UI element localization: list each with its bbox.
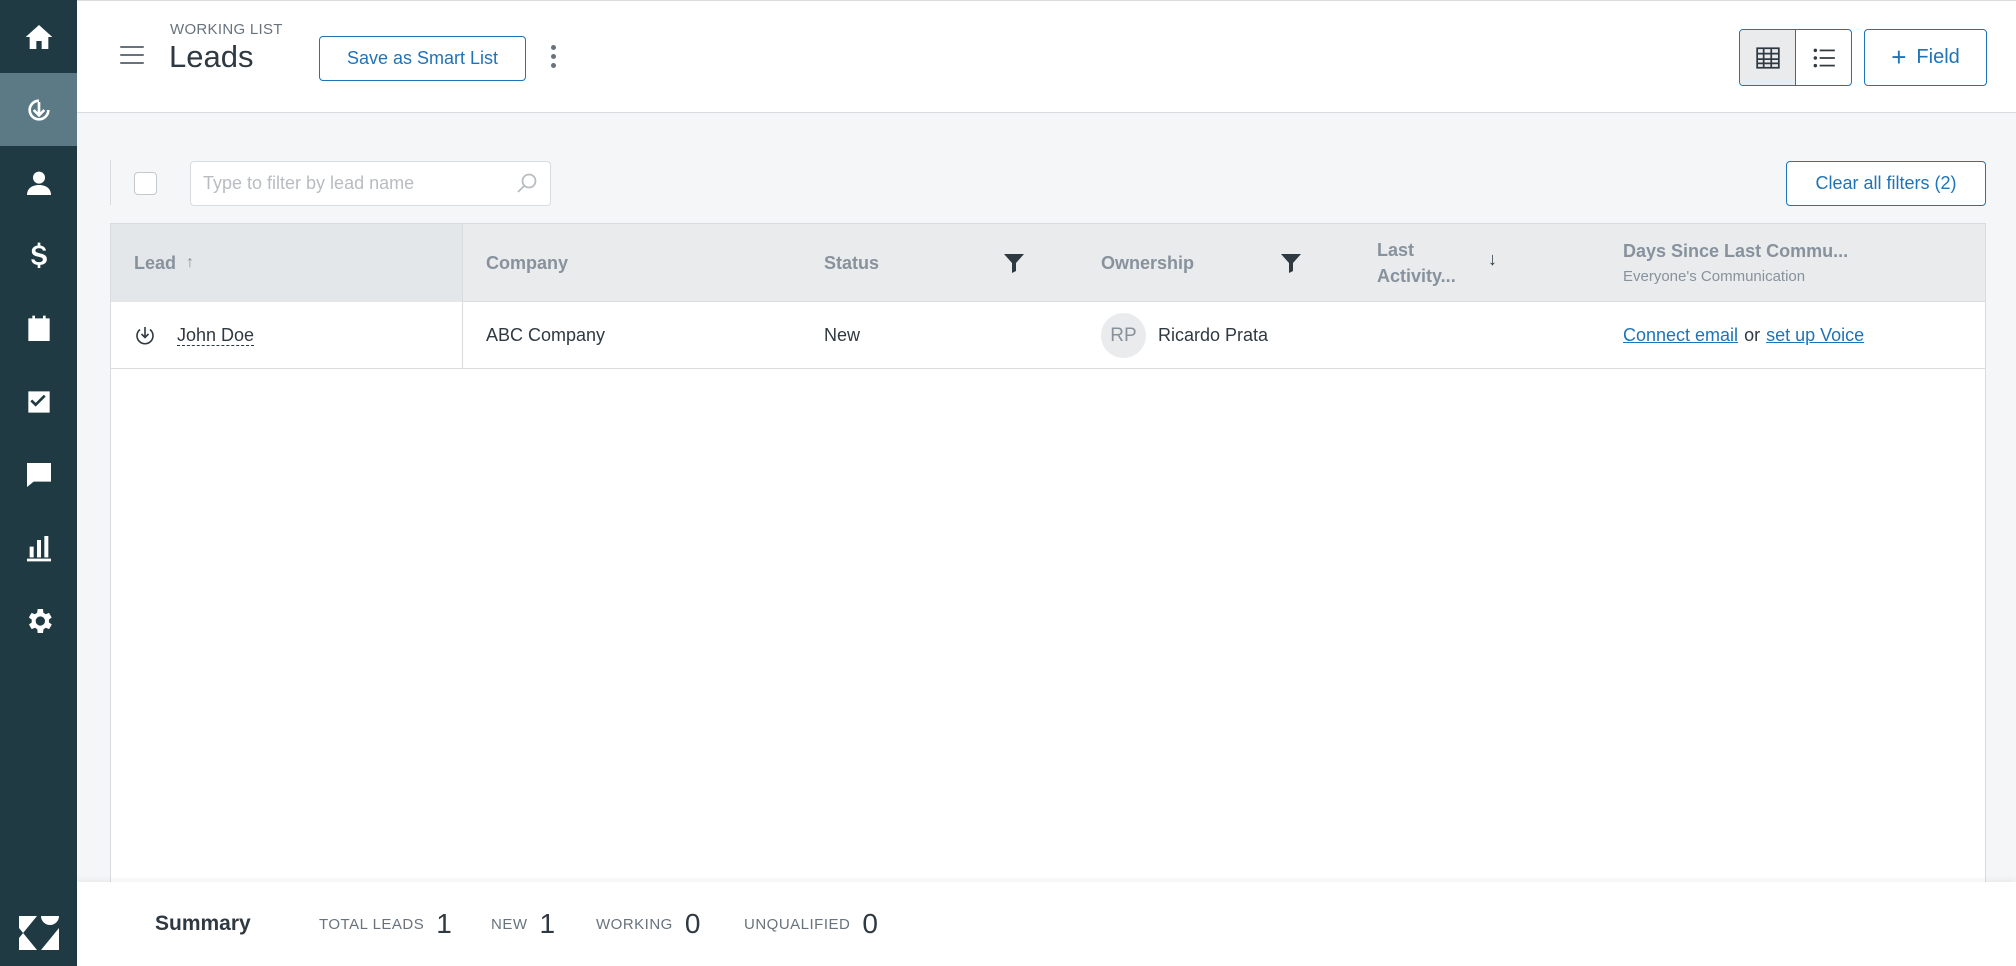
table-row[interactable]: John Doe ABC Company New RP Ricardo Prat… [111,302,1985,369]
leads-icon [27,98,50,121]
lead-name-filter-input[interactable] [190,161,551,206]
more-options-icon[interactable] [551,45,557,69]
new-value: 1 [539,908,556,939]
setup-voice-link[interactable]: set up Voice [1766,325,1864,346]
table-header: Lead ↑ Company Status Ownership Last Act… [111,224,1985,302]
chat-icon [26,462,51,487]
view-toggle [1739,29,1852,86]
status-filter-icon[interactable] [1002,251,1026,275]
table-view-button[interactable] [1740,30,1796,85]
add-field-label: Field [1916,46,1960,68]
column-label-days-since: Days Since Last Commu... [1623,241,1849,261]
unqualified-label: UNQUALIFIED [744,915,851,933]
home-icon [25,24,52,49]
total-leads-label: TOTAL LEADS [319,915,425,933]
unqualified-value: 0 [862,908,878,939]
working-metric: WORKING 0 [596,908,700,940]
summary-title: Summary [155,912,251,935]
column-sublabel-days-since: Everyone's Communication [1623,268,1806,285]
nav-tasks[interactable] [0,365,77,438]
ownership-filter-icon[interactable] [1279,251,1303,275]
list-view-icon [1813,48,1835,67]
dollar-icon [30,242,47,268]
column-header-lead[interactable]: Lead ↑ [111,224,463,302]
nav-communication[interactable] [0,438,77,511]
days-since-cell: Connect email or set up Voice [1623,302,1864,369]
column-header-status[interactable]: Status [824,224,879,302]
save-smart-list-button[interactable]: Save as Smart List [319,36,526,81]
page-header: WORKING LIST Leads Save as Smart List + … [77,0,2016,113]
column-header-company[interactable]: Company [486,224,568,302]
nav-leads[interactable] [0,73,77,146]
sort-desc-icon[interactable]: ↓ [1488,249,1497,270]
settings-icon [28,608,52,633]
divider [110,160,111,205]
column-header-days-since[interactable]: Days Since Last Commu... Everyone's Comm… [1623,224,1848,302]
column-label-ownership: Ownership [1101,252,1195,273]
connect-email-link[interactable]: Connect email [1623,325,1738,346]
column-label-status: Status [824,252,880,273]
search-icon [517,173,537,193]
add-field-button[interactable]: + Field [1864,29,1987,86]
column-header-last-activity[interactable]: Last Activity... [1377,224,1456,302]
column-label-last-activity-1: Last [1377,240,1415,260]
reports-icon [26,535,51,561]
table-view-icon [1755,46,1780,69]
new-label: NEW [491,915,528,933]
calendar-icon [27,315,50,341]
new-metric: NEW 1 [491,908,555,940]
summary-bar: Summary TOTAL LEADS 1 NEW 1 WORKING 0 UN… [77,882,2016,966]
page-subtitle: WORKING LIST [170,21,283,38]
working-value: 0 [684,908,701,939]
lead-icon [136,326,154,344]
status-cell: New [824,325,861,345]
working-label: WORKING [596,915,673,933]
owner-name: Ricardo Prata [1158,325,1269,345]
nav-home[interactable] [0,0,77,73]
owner-cell: RP Ricardo Prata [1101,302,1268,369]
leads-table: Lead ↑ Company Status Ownership Last Act… [110,223,1986,883]
task-icon [27,390,50,413]
nav-reports[interactable] [0,511,77,584]
zendesk-logo[interactable] [0,900,77,966]
total-leads-metric: TOTAL LEADS 1 [319,908,452,940]
lead-name-link[interactable]: John Doe [177,325,255,346]
page-title: Leads [169,39,254,74]
contact-icon [26,171,51,195]
column-header-ownership[interactable]: Ownership [1101,224,1194,302]
sort-asc-icon: ↑ [186,254,195,271]
column-label-company: Company [486,252,569,273]
nav-deals[interactable] [0,219,77,292]
nav-settings[interactable] [0,584,77,657]
plus-icon: + [1891,42,1907,72]
lead-cell: John Doe [111,302,463,369]
or-text: or [1744,325,1761,345]
nav-contacts[interactable] [0,146,77,219]
clear-filters-button[interactable]: Clear all filters (2) [1786,161,1986,206]
total-leads-value: 1 [436,908,452,939]
nav-calendar[interactable] [0,292,77,365]
column-label-lead: Lead [134,252,177,273]
list-view-button[interactable] [1796,30,1851,85]
column-label-last-activity-2: Activity... [1377,266,1456,286]
select-all-checkbox[interactable] [134,172,157,195]
avatar: RP [1101,313,1146,358]
company-cell: ABC Company [486,325,606,345]
zendesk-logo-icon [18,916,59,950]
unqualified-metric: UNQUALIFIED 0 [744,908,878,940]
sidebar [0,0,77,966]
menu-toggle-icon[interactable] [120,46,144,64]
